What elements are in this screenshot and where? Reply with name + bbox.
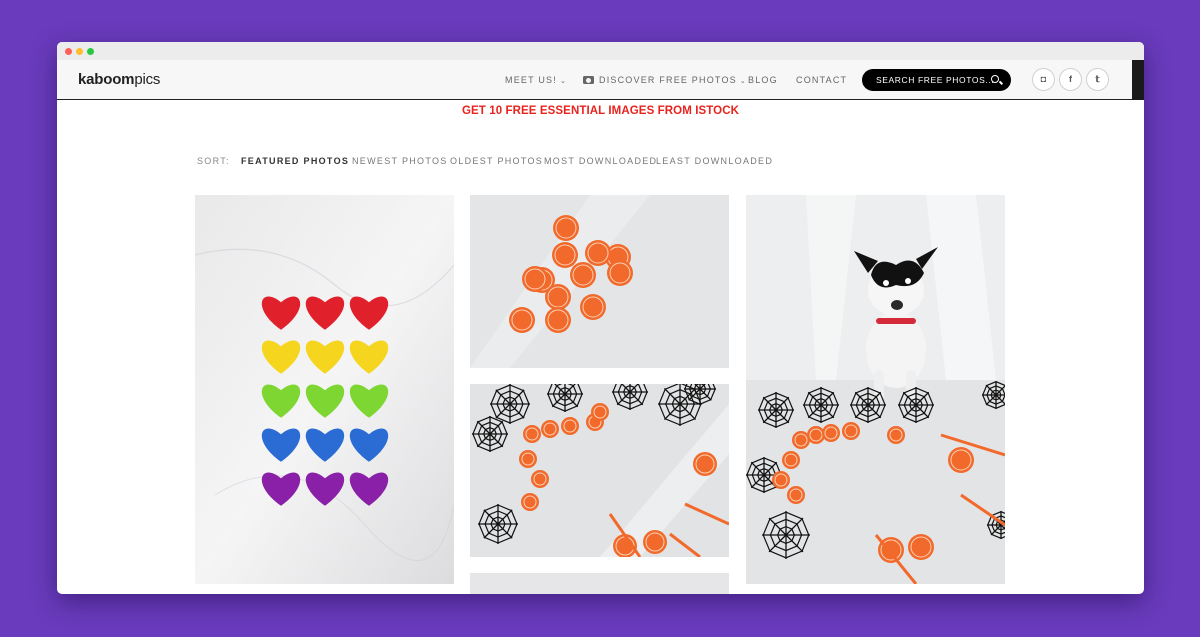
pumpkin-badge (552, 242, 578, 268)
chevron-down-icon: ⌄ (739, 78, 747, 85)
instagram-button[interactable]: ◘ (1032, 68, 1055, 91)
photo-rainbow-hearts[interactable] (195, 195, 454, 584)
browser-window: kaboompics MEET US! ⌄ DISCOVER FREE PHOTO… (57, 42, 1144, 594)
maximize-window-button[interactable] (87, 48, 94, 55)
partial-photo-image (470, 573, 729, 594)
photo-dog-halloween[interactable] (746, 195, 1005, 584)
nav-contact-label: CONTACT (796, 75, 848, 85)
close-window-button[interactable] (65, 48, 72, 55)
window-titlebar (57, 42, 1144, 60)
nav-discover-photos[interactable]: DISCOVER FREE PHOTOS ⌄ (583, 75, 747, 85)
dog-halloween-image (746, 195, 1005, 584)
nav-discover-label: DISCOVER FREE PHOTOS (599, 75, 737, 85)
sort-least-downloaded[interactable]: LEAST DOWNLOADED (656, 156, 773, 166)
istock-promo-link[interactable]: GET 10 FREE ESSENTIAL IMAGES FROM ISTOCK (57, 105, 1144, 117)
pumpkin-badge (585, 240, 611, 266)
nav-blog-label: BLOG (748, 75, 778, 85)
nav-meet-us-label: MEET US! (505, 75, 557, 85)
pumpkin-badge (545, 284, 571, 310)
photo-pumpkin-badges[interactable] (470, 195, 729, 368)
camera-icon (583, 76, 594, 84)
chevron-down-icon: ⌄ (559, 78, 568, 85)
pumpkin-badge (643, 530, 667, 554)
sort-oldest[interactable]: OLDEST PHOTOS (450, 156, 543, 166)
pumpkin-badge (607, 260, 633, 286)
sort-featured[interactable]: FEATURED PHOTOS (241, 156, 349, 166)
sort-most-downloaded[interactable]: MOST DOWNLOADED (544, 156, 657, 166)
pumpkin-badge (509, 307, 535, 333)
facebook-icon: f (1069, 74, 1072, 84)
search-button-label: SEARCH FREE PHOTOS... (876, 75, 995, 85)
site-logo[interactable]: kaboompics (78, 71, 160, 88)
search-icon (991, 75, 999, 83)
site-header: kaboompics MEET US! ⌄ DISCOVER FREE PHOTO… (57, 60, 1144, 100)
search-button[interactable]: SEARCH FREE PHOTOS... (862, 69, 1011, 91)
twitter-icon: 𝕥 (1095, 74, 1100, 84)
rainbow-hearts-image (195, 195, 454, 584)
spider-webs-image (470, 384, 729, 557)
twitter-button[interactable]: 𝕥 (1086, 68, 1109, 91)
pumpkin-badges-image (470, 195, 729, 368)
nav-blog[interactable]: BLOG (748, 75, 778, 85)
sort-label: SORT: (197, 156, 230, 166)
minimize-window-button[interactable] (76, 48, 83, 55)
pumpkin-badge (545, 307, 571, 333)
pumpkin-badge (580, 294, 606, 320)
pumpkin-badge (693, 452, 717, 476)
header-edge-bar (1132, 60, 1144, 100)
nav-contact[interactable]: CONTACT (796, 75, 847, 85)
instagram-icon: ◘ (1040, 74, 1047, 84)
photo-partial[interactable] (470, 573, 729, 594)
logo-bold: kaboom (78, 71, 135, 88)
pumpkin-badge (908, 534, 934, 560)
pumpkin-badge (522, 266, 548, 292)
nav-meet-us[interactable]: MEET US! ⌄ (505, 75, 567, 85)
pumpkin-badge (553, 215, 579, 241)
logo-light: pics (134, 71, 161, 88)
pumpkin-badge (948, 447, 974, 473)
facebook-button[interactable]: f (1059, 68, 1082, 91)
sort-newest[interactable]: NEWEST PHOTOS (352, 156, 448, 166)
photo-spider-webs[interactable] (470, 384, 729, 557)
pumpkin-badge (570, 262, 596, 288)
